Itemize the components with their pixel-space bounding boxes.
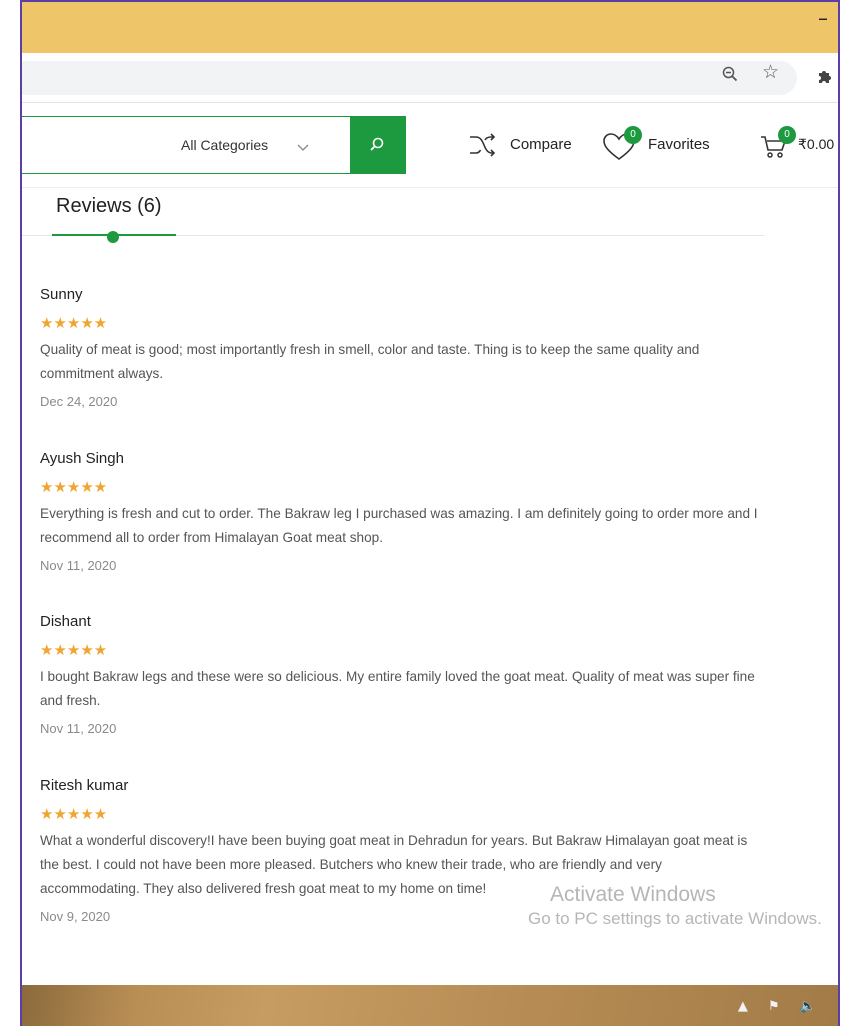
active-tab-dot [107, 231, 119, 243]
star-rating: ★★★★★ [40, 478, 108, 496]
shop-header: All Categories Compare 0 Favorites 0 ₹0.… [22, 104, 838, 188]
screen: – ☆ All Categories Compare 0 Favorites 0… [0, 0, 848, 1026]
minimize-button[interactable]: – [818, 8, 828, 28]
activate-windows-watermark: Activate Windows Go to PC settings to ac… [528, 883, 838, 929]
reviewer-name: Sunny [40, 286, 83, 303]
window-border-left [20, 0, 22, 1026]
action-center-flag-icon[interactable]: ⚑ [768, 999, 780, 1014]
star-rating: ★★★★★ [40, 314, 108, 332]
extensions-puzzle-icon[interactable] [816, 66, 836, 86]
favorites-label: Favorites [648, 136, 710, 153]
reviewer-name: Ritesh kumar [40, 777, 129, 794]
search-icon [370, 137, 384, 151]
tray-expand-arrow-icon[interactable]: ▲ [738, 999, 748, 1014]
review-item: Sunny ★★★★★ Quality of meat is good; mos… [40, 286, 760, 409]
review-item: Dishant ★★★★★ I bought Bakraw legs and t… [40, 613, 760, 736]
system-tray: ▲ ⚑ 🔈 [722, 999, 816, 1017]
review-text: Everything is fresh and cut to order. Th… [40, 506, 758, 545]
reviewer-name: Ayush Singh [40, 450, 124, 467]
review-item: Ayush Singh ★★★★★ Everything is fresh an… [40, 450, 760, 573]
reviewer-name: Dishant [40, 613, 91, 630]
bookmark-star-icon[interactable]: ☆ [762, 63, 779, 82]
browser-toolbar: ☆ [22, 53, 838, 103]
star-rating: ★★★★★ [40, 805, 108, 823]
windows-taskbar: ▲ ⚑ 🔈 [22, 985, 838, 1026]
browser-titlebar: – [22, 2, 838, 53]
star-rating: ★★★★★ [40, 641, 108, 659]
window-border-top [20, 0, 840, 2]
review-date: Dec 24, 2020 [40, 394, 118, 409]
cart-link[interactable]: 0 ₹0.00 [760, 126, 838, 162]
chevron-down-icon[interactable] [297, 142, 309, 154]
cart-total: ₹0.00 [798, 136, 835, 152]
search-button[interactable] [350, 116, 406, 174]
watermark-title: Activate Windows [550, 883, 716, 906]
favorites-count-badge: 0 [624, 126, 642, 144]
search-bar[interactable]: All Categories [22, 116, 406, 174]
volume-icon[interactable]: 🔈 [800, 999, 816, 1014]
compare-label: Compare [510, 136, 572, 153]
reviews-tab[interactable]: Reviews (6) [56, 195, 162, 218]
window-border-right [838, 0, 840, 1026]
review-date: Nov 11, 2020 [40, 721, 117, 736]
category-select-label[interactable]: All Categories [181, 137, 268, 153]
review-date: Nov 11, 2020 [40, 558, 117, 573]
zoom-icon[interactable] [722, 66, 738, 82]
cart-count-badge: 0 [778, 126, 796, 144]
reviews-section: Reviews (6) Sunny ★★★★★ Quality of meat … [22, 189, 838, 985]
review-text: I bought Bakraw legs and these were so d… [40, 669, 755, 708]
address-bar[interactable] [22, 61, 797, 95]
watermark-subtitle: Go to PC settings to activate Windows. [528, 909, 822, 928]
compare-shuffle-icon [470, 133, 496, 157]
review-text: Quality of meat is good; most importantl… [40, 342, 700, 381]
